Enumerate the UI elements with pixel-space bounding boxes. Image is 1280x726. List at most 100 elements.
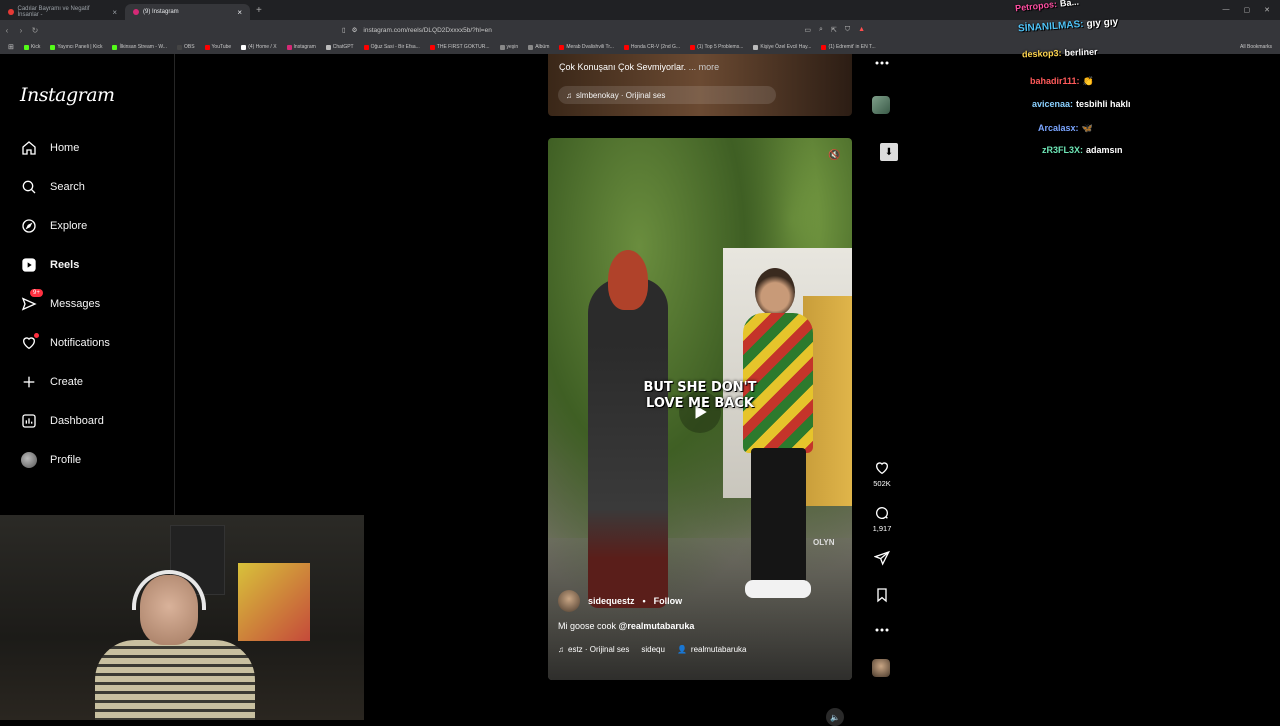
maximize-icon[interactable]: ▢ xyxy=(1244,6,1251,14)
chat-username: avicenaa: xyxy=(1032,99,1073,109)
bookmark-item[interactable]: Merab Dvalishvili Tr... xyxy=(559,44,614,50)
music-note-icon: ♫ xyxy=(558,645,564,654)
bookmark-item[interactable]: Honda CR-V (2nd G... xyxy=(624,44,680,50)
nav-messages[interactable]: 9+ Messages xyxy=(20,292,100,316)
nav-notifications[interactable]: Notifications xyxy=(20,331,110,355)
more-dots-icon xyxy=(875,60,889,66)
search-icon xyxy=(20,178,38,196)
like-button[interactable]: 502K xyxy=(868,460,896,488)
bookmark-favicon-icon xyxy=(287,45,292,50)
caption-mention[interactable]: @realmutabaruka xyxy=(619,621,695,631)
previous-reel[interactable]: Çok Konuşanı Çok Sevmiyorlar. ... more ♫… xyxy=(548,54,852,116)
bookmark-item[interactable]: Kişiye Özel Evcil Hay... xyxy=(753,44,811,50)
chat-username: zR3FL3X: xyxy=(1042,145,1083,155)
nav-dashboard[interactable]: Dashboard xyxy=(20,409,104,433)
bookmark-item[interactable]: ChatGPT xyxy=(326,44,354,50)
nav-label: Messages xyxy=(50,298,100,310)
bookmark-item[interactable]: Albüm xyxy=(528,44,549,50)
bookmark-label: Merab Dvalishvili Tr... xyxy=(566,44,614,50)
nav-label: Reels xyxy=(50,259,79,271)
author-avatar[interactable] xyxy=(558,590,580,612)
share-button[interactable] xyxy=(868,550,896,566)
nav-search[interactable]: Search xyxy=(20,175,85,199)
close-tab-icon[interactable]: × xyxy=(112,8,117,17)
download-arrow-icon[interactable]: ⬇ xyxy=(880,143,898,161)
compass-icon xyxy=(20,217,38,235)
save-button[interactable] xyxy=(868,587,896,603)
reel-caption: Mi goose cook @realmutabaruka xyxy=(558,621,848,631)
cast-icon[interactable]: ▭ xyxy=(804,26,811,34)
prev-audio-thumbnail[interactable] xyxy=(872,96,890,114)
bookmark-favicon-icon xyxy=(326,45,331,50)
more-link[interactable]: ... more xyxy=(689,62,720,72)
site-info-icon[interactable]: ⚙ xyxy=(352,26,358,34)
send-icon xyxy=(874,550,890,566)
new-tab-button[interactable]: + xyxy=(256,5,262,16)
reload-icon[interactable]: ↻ xyxy=(28,26,42,35)
comment-button[interactable]: 1,917 xyxy=(868,505,896,533)
bookmark-item[interactable]: Yayıncı Paneli | Kick xyxy=(50,44,102,50)
close-tab-icon[interactable]: × xyxy=(237,8,242,17)
apps-icon[interactable]: ⊞ xyxy=(8,43,14,51)
instagram-logo[interactable]: Instagram xyxy=(20,84,115,106)
chat-text: adamsın xyxy=(1086,145,1123,155)
bookmark-star-icon[interactable]: ▯ xyxy=(342,26,346,34)
more-options-prev[interactable] xyxy=(868,60,896,66)
bookmark-favicon-icon xyxy=(690,45,695,50)
bookmark-item[interactable]: İlkinsan Stream - W... xyxy=(112,44,167,50)
tagged-username: realmutabaruka xyxy=(691,645,747,654)
bookmark-item[interactable]: (1) Top 5 Problems... xyxy=(690,44,743,50)
subtitle-line: BUT SHE DON'T xyxy=(548,380,852,396)
tagged-user-pill[interactable]: 👤 realmutabaruka xyxy=(677,645,747,654)
audio-thumbnail[interactable] xyxy=(872,659,890,677)
bookmark-favicon-icon xyxy=(205,45,210,50)
url-field[interactable]: ▯ ⚙ instagram.com/reels/DLQD2Dxxxx5b/?hl… xyxy=(342,26,492,34)
reel-actions: 502K 1,917 xyxy=(868,0,896,720)
bookmark-item[interactable]: Instagram xyxy=(287,44,316,50)
plus-icon xyxy=(20,373,38,391)
nav-create[interactable]: Create xyxy=(20,370,83,394)
extension-alert-icon[interactable]: ▲ xyxy=(858,26,865,34)
all-bookmarks-button[interactable]: All Bookmarks xyxy=(1240,44,1280,50)
back-icon[interactable]: ‹ xyxy=(0,26,14,35)
share-icon[interactable]: ⇱ xyxy=(831,26,837,34)
bookmark-item[interactable]: yeşin xyxy=(500,44,519,50)
bookmark-item[interactable]: THE FIRST GOKTUR... xyxy=(430,44,490,50)
bookmark-label: THE FIRST GOKTUR... xyxy=(437,44,490,50)
next-reel-volume-icon[interactable]: 🔈 xyxy=(826,708,844,726)
elder-man-figure xyxy=(588,278,668,608)
follow-button[interactable]: Follow xyxy=(654,596,683,606)
music-note-icon: ♫ xyxy=(566,91,572,100)
zoom-icon[interactable]: ⌕ xyxy=(819,26,823,34)
bookmark-item[interactable]: (4) Home / X xyxy=(241,44,276,50)
minimize-icon[interactable]: — xyxy=(1223,6,1230,14)
reel-author: sidequestz • Follow xyxy=(558,590,848,612)
bookmark-item[interactable]: OBS xyxy=(177,44,195,50)
more-options-button[interactable] xyxy=(868,627,896,633)
chat-text: Ba... xyxy=(1059,0,1079,9)
browser-tab-active[interactable]: (9) Instagram × xyxy=(125,4,250,20)
bookmark-item[interactable]: Oğuz Sasi - Bir Efsa... xyxy=(364,44,420,50)
bookmark-item[interactable]: YouTube xyxy=(205,44,232,50)
bookmark-favicon-icon xyxy=(559,45,564,50)
chat-message: SİNANILMAS:gıy gıy xyxy=(1018,17,1119,35)
previous-audio-pill[interactable]: ♫ slmbenokay · Orijinal ses xyxy=(558,86,776,104)
browser-tab[interactable]: Cadılar Bayramı ve Negatif İnsanlar - × xyxy=(0,4,125,20)
chat-text: gıy gıy xyxy=(1086,17,1118,30)
author-username[interactable]: sidequestz xyxy=(588,596,635,606)
bookmark-label: Albüm xyxy=(535,44,549,50)
reel-video[interactable]: 🔇 BUT SHE DON'T LOVE ME BACK OLYN sidequ… xyxy=(548,138,852,680)
audio-pill[interactable]: ♫ estz · Orijinal ses xyxy=(558,645,629,654)
shield-icon[interactable]: ⛉ xyxy=(845,26,850,34)
forward-icon[interactable]: › xyxy=(14,26,28,35)
nav-reels[interactable]: Reels xyxy=(20,253,79,277)
close-window-icon[interactable]: ✕ xyxy=(1264,6,1270,14)
nav-home[interactable]: Home xyxy=(20,136,79,160)
nav-explore[interactable]: Explore xyxy=(20,214,87,238)
nav-profile[interactable]: Profile xyxy=(20,448,81,472)
youtube-favicon-icon xyxy=(8,9,14,15)
bookmark-icon xyxy=(874,587,890,603)
bookmark-item[interactable]: Kick xyxy=(24,44,40,50)
window-controls: — ▢ ✕ xyxy=(1223,6,1280,14)
volume-icon[interactable]: 🔇 xyxy=(828,150,840,161)
